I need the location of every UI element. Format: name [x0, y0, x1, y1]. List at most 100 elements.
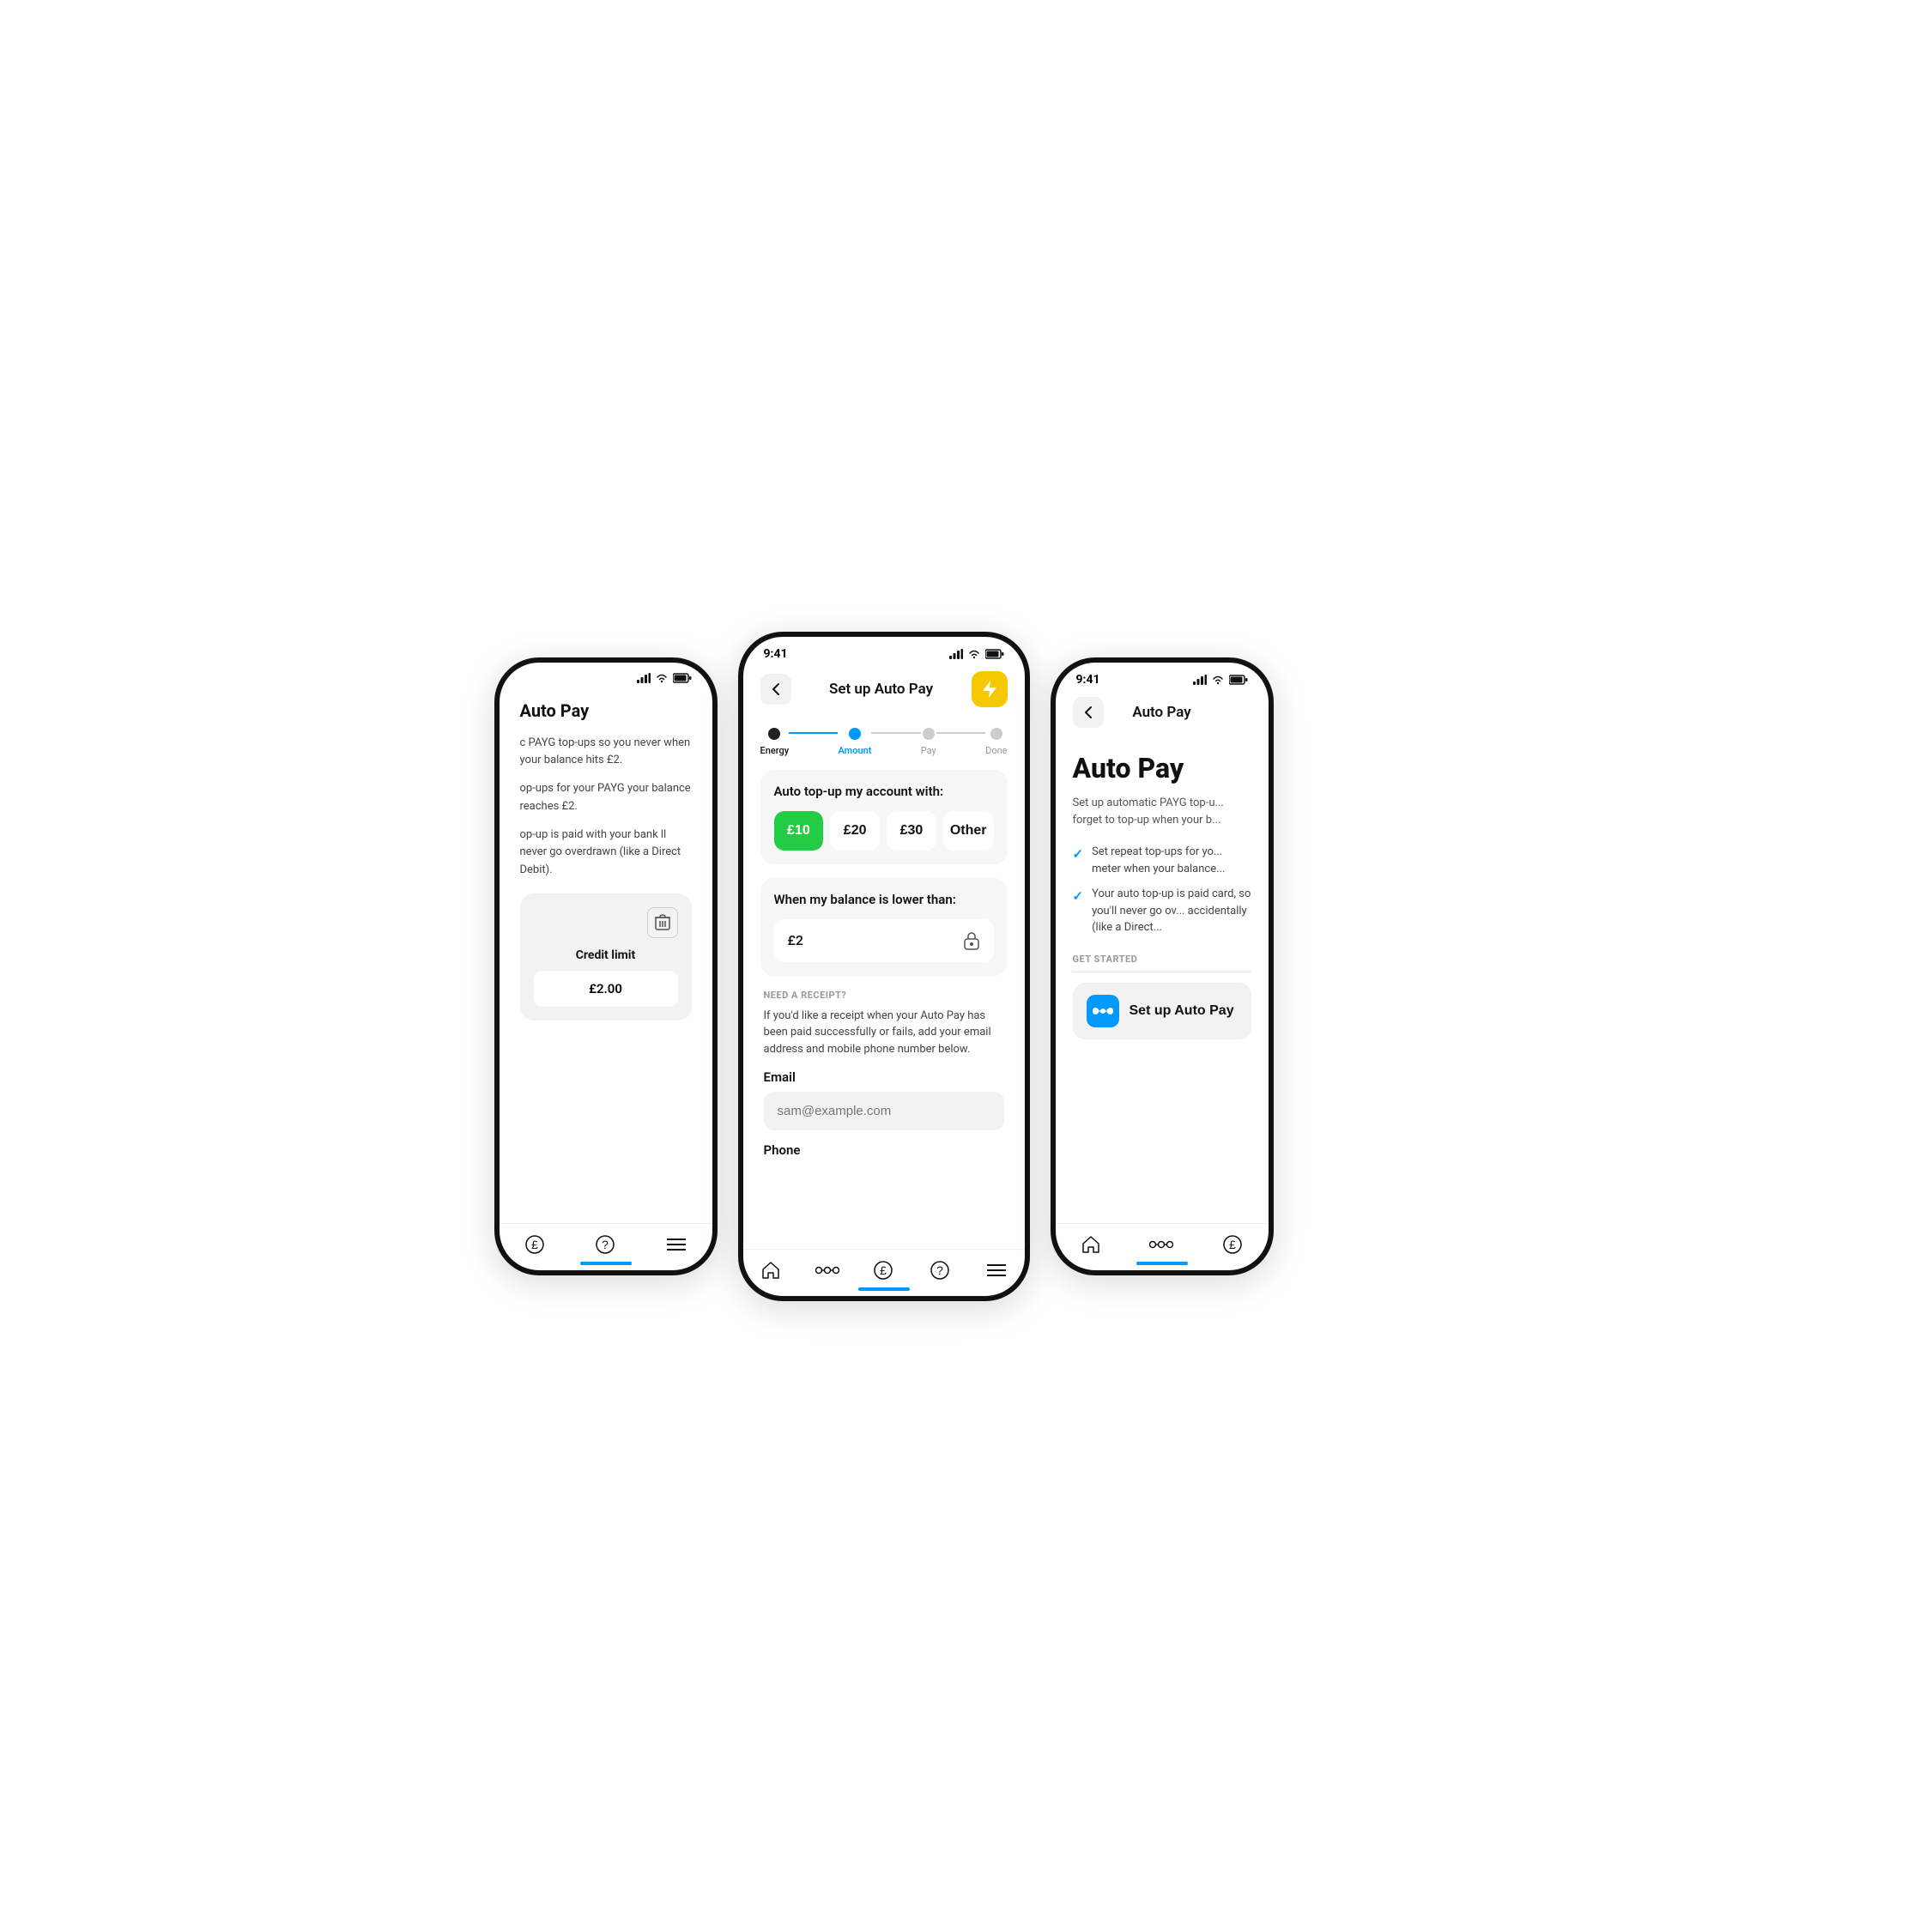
- signal-icon: [637, 673, 651, 683]
- receipt-section: NEED A RECEIPT? If you'd like a receipt …: [760, 990, 1008, 1159]
- balance-value: £2: [788, 932, 804, 948]
- step-amount: Amount: [838, 728, 871, 756]
- left-text-3: op-up is paid with your bank ll never go…: [520, 827, 692, 880]
- nav-connect-icon-right[interactable]: [1149, 1232, 1173, 1257]
- back-button-center[interactable]: [760, 674, 791, 705]
- step-dot-energy: [768, 728, 780, 740]
- step-dot-done: [990, 728, 1002, 740]
- step-dot-pay: [923, 728, 935, 740]
- balance-card: When my balance is lower than: £2: [760, 878, 1008, 976]
- amount-btn-other[interactable]: Other: [943, 811, 994, 851]
- right-description: Set up automatic PAYG top-u... forget to…: [1073, 795, 1251, 831]
- step-energy: Energy: [760, 728, 790, 756]
- phone-right: 9:41: [1051, 657, 1274, 1275]
- battery-icon: [985, 649, 1004, 659]
- battery-icon: [1229, 675, 1248, 685]
- scene: Auto Pay c PAYG top-ups so you never whe…: [494, 632, 1438, 1301]
- nav-title-center: Set up Auto Pay: [829, 681, 933, 698]
- back-button-right[interactable]: [1073, 697, 1104, 728]
- bottom-nav-center: £ ?: [743, 1249, 1025, 1296]
- amount-btn-30[interactable]: £30: [887, 811, 936, 851]
- receipt-heading: NEED A RECEIPT?: [764, 990, 1004, 1001]
- balance-row: £2: [774, 919, 994, 962]
- amount-btn-20[interactable]: £20: [830, 811, 880, 851]
- status-bar-left: [500, 663, 712, 687]
- step-label-amount: Amount: [838, 745, 871, 756]
- nav-home-icon[interactable]: [759, 1258, 783, 1282]
- nav-pound-icon-right[interactable]: £: [1220, 1232, 1245, 1257]
- bottom-nav-left: £ ?: [500, 1223, 712, 1270]
- amount-btn-10[interactable]: £10: [774, 811, 824, 851]
- status-bar-center: 9:41: [743, 637, 1025, 664]
- status-time-right: 9:41: [1076, 673, 1100, 687]
- trash-icon[interactable]: [647, 907, 678, 938]
- infinity-icon: [1093, 1005, 1113, 1017]
- check-mark-2: ✓: [1073, 887, 1084, 906]
- credit-card: Credit limit £2.00: [520, 893, 692, 1021]
- email-input[interactable]: [764, 1092, 1004, 1130]
- left-text-1: c PAYG top-ups so you never when your ba…: [520, 735, 692, 771]
- lightning-action-button[interactable]: [972, 671, 1008, 707]
- signal-icon: [949, 649, 963, 659]
- step-line-3: [936, 732, 985, 734]
- nav-pound-icon[interactable]: £: [523, 1232, 547, 1257]
- nav-menu-icon[interactable]: [664, 1232, 688, 1257]
- nav-header-center: Set up Auto Pay: [743, 664, 1025, 718]
- nav-help-icon[interactable]: ?: [928, 1258, 952, 1282]
- topup-card-title: Auto top-up my account with:: [774, 784, 994, 799]
- nav-pound-icon[interactable]: £: [871, 1258, 895, 1282]
- check-item-1: ✓ Set repeat top-ups for yo... meter whe…: [1073, 844, 1251, 877]
- step-label-energy: Energy: [760, 745, 790, 756]
- get-started-label: GET STARTED: [1073, 954, 1251, 965]
- nav-home-icon-right[interactable]: [1079, 1232, 1103, 1257]
- infinity-icon-wrapper: [1087, 995, 1119, 1027]
- step-label-done: Done: [985, 745, 1007, 756]
- bottom-nav-right: £: [1056, 1223, 1269, 1270]
- center-content: Auto top-up my account with: £10 £20 £30…: [743, 760, 1025, 1249]
- left-text-2: op-ups for your PAYG your balance reache…: [520, 780, 692, 816]
- setup-btn-label: Set up Auto Pay: [1130, 1003, 1234, 1019]
- check-text-2: Your auto top-up is paid card, so you'll…: [1092, 886, 1251, 936]
- check-mark-1: ✓: [1073, 845, 1084, 864]
- stepper: Energy Amount Pay Done: [743, 718, 1025, 760]
- svg-text:?: ?: [936, 1263, 943, 1277]
- status-icons-left: [637, 673, 692, 683]
- lock-icon: [963, 931, 980, 950]
- status-time-center: 9:41: [764, 647, 788, 661]
- nav-menu-icon[interactable]: [984, 1258, 1008, 1282]
- credit-limit-label: Credit limit: [534, 948, 678, 962]
- status-bar-right: 9:41: [1056, 663, 1269, 690]
- nav-help-icon[interactable]: ?: [593, 1232, 617, 1257]
- wifi-icon: [655, 673, 669, 683]
- wifi-icon: [1211, 675, 1225, 685]
- step-dot-amount: [849, 728, 861, 740]
- nav-header-right: Auto Pay: [1056, 690, 1269, 738]
- step-line-2: [871, 732, 920, 734]
- step-pay: Pay: [921, 728, 936, 756]
- phone-center: 9:41: [738, 632, 1030, 1301]
- check-text-1: Set repeat top-ups for yo... meter when …: [1092, 844, 1251, 877]
- status-icons-right: [1193, 675, 1248, 685]
- lightning-icon: [982, 680, 997, 699]
- step-line-1: [789, 732, 838, 734]
- nav-title-right: Auto Pay: [1132, 704, 1190, 721]
- status-icons-center: [949, 649, 1004, 659]
- nav-connect-icon[interactable]: [815, 1258, 839, 1282]
- receipt-description: If you'd like a receipt when your Auto P…: [764, 1008, 1004, 1058]
- step-label-pay: Pay: [921, 745, 936, 756]
- email-label: Email: [764, 1069, 1004, 1085]
- svg-text:£: £: [1229, 1238, 1236, 1251]
- left-page-title: Auto Pay: [520, 700, 692, 721]
- topup-card: Auto top-up my account with: £10 £20 £30…: [760, 770, 1008, 864]
- battery-icon: [673, 673, 692, 683]
- check-item-2: ✓ Your auto top-up is paid card, so you'…: [1073, 886, 1251, 936]
- svg-text:£: £: [881, 1263, 887, 1277]
- wifi-icon: [967, 649, 981, 659]
- svg-text:£: £: [531, 1238, 538, 1251]
- amount-grid: £10 £20 £30 Other: [774, 811, 994, 851]
- right-big-title: Auto Pay: [1073, 752, 1251, 784]
- right-content: Auto Pay Set up automatic PAYG top-u... …: [1056, 738, 1269, 1223]
- credit-limit-value: £2.00: [534, 971, 678, 1007]
- signal-icon: [1193, 675, 1207, 685]
- setup-auto-pay-button[interactable]: Set up Auto Pay: [1073, 983, 1251, 1039]
